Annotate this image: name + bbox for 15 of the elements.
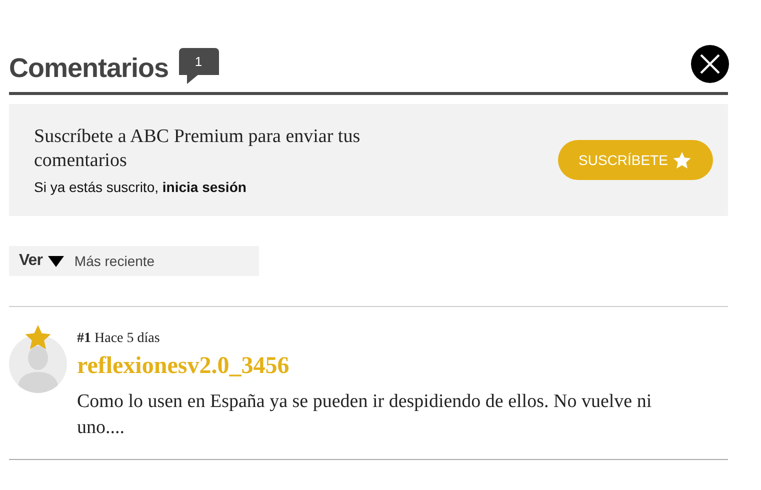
author-name[interactable]: reflexionesv2.0_3456: [77, 353, 728, 380]
subscribe-button[interactable]: SUSCRÍBETE: [558, 140, 713, 180]
section-title: Comentarios: [9, 52, 169, 84]
comment-time: Hace 5 días: [94, 331, 160, 346]
avatar: [9, 335, 67, 393]
login-prompt: Si ya estás suscrito, inicia sesión: [34, 179, 248, 195]
sort-dropdown[interactable]: Ver Más reciente: [9, 246, 259, 276]
caret-icon: [48, 256, 64, 266]
star-icon: [673, 152, 691, 168]
comment-text: Como lo usen en España ya se pueden ir despidiendo de ellos. No vuelve ni uno....: [77, 390, 653, 440]
comment-number: #1: [77, 331, 91, 346]
comment-count-badge: 1: [178, 48, 219, 84]
close-icon: [699, 53, 721, 75]
subscribe-message: Suscríbete a ABC Premium para enviar tus comentarios: [34, 125, 362, 173]
close-button[interactable]: [691, 45, 729, 83]
